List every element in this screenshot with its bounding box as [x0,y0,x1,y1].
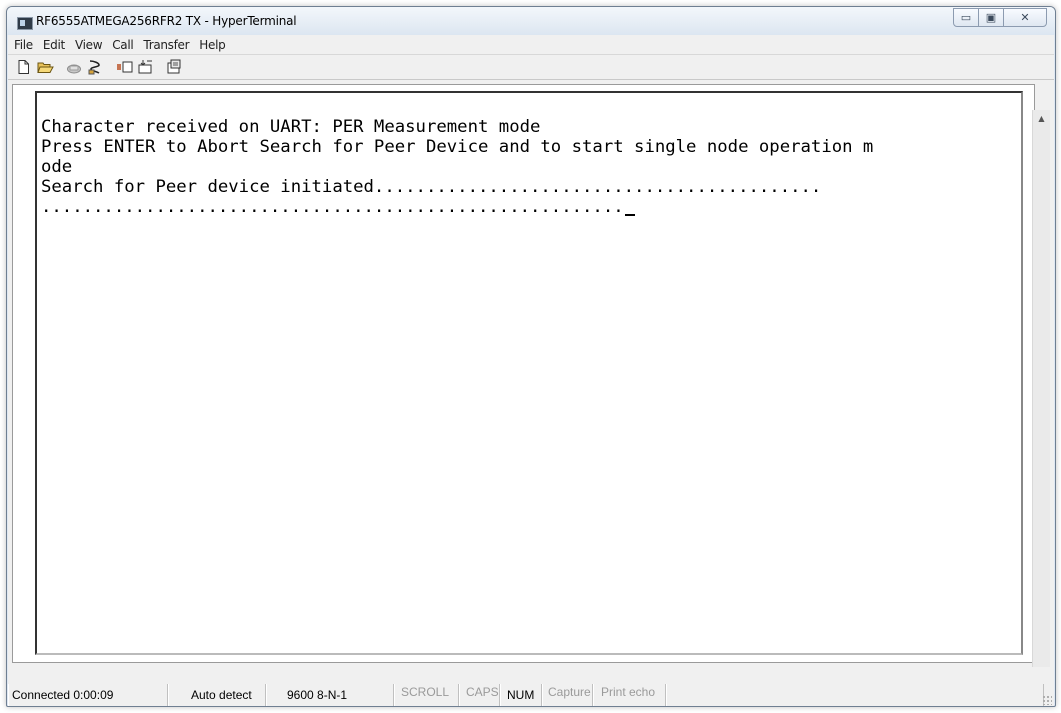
status-connected: Connected 0:00:09 [8,684,168,706]
hyperterminal-app-icon[interactable] [17,17,33,30]
status-detect: Auto detect [168,684,266,706]
minimize-icon: ▭ [960,11,972,24]
open-button[interactable] [35,58,55,76]
open-icon [37,62,54,73]
close-icon: ✕ [1020,11,1030,24]
new-connection-icon [18,60,29,74]
window-controls: ▭ ▣ ✕ [953,8,1047,28]
menu-view[interactable]: View [70,38,107,52]
status-print-echo: Print echo [593,684,666,706]
close-button[interactable]: ✕ [1003,8,1047,27]
send-icon [117,61,133,73]
new-connection-button[interactable] [14,58,34,76]
hyperterminal-window: RF6555ATMEGA256RFR2 TX - HyperTerminal ▭… [6,6,1056,707]
terminal-output: Character received on UART: PER Measurem… [41,117,1021,217]
terminal-line: ........................................… [41,197,624,217]
menu-bar: File Edit View Call Transfer Help [8,35,1054,55]
status-settings: 9600 8-N-1 [266,684,394,706]
terminal-pane[interactable]: Character received on UART: PER Measurem… [12,84,1035,663]
status-num: NUM [500,684,542,706]
disconnect-phone-icon [67,64,81,74]
menu-call[interactable]: Call [107,38,138,52]
dial-icon [88,60,100,75]
maximize-button[interactable]: ▣ [978,8,1004,27]
receive-icon [138,60,152,74]
menu-edit[interactable]: Edit [38,38,70,52]
maximize-icon: ▣ [985,11,997,24]
disconnect-button[interactable] [64,58,84,76]
terminal-line: Search for Peer device initiated........… [41,177,822,197]
status-empty-pane [666,684,1044,706]
title-bar[interactable]: RF6555ATMEGA256RFR2 TX - HyperTerminal ▭… [7,7,1055,35]
send-button[interactable] [114,58,134,76]
terminal-line: Character received on UART: PER Measurem… [41,117,541,137]
terminal-line: ode [41,157,73,177]
toolbar [8,55,1054,80]
vertical-scrollbar[interactable]: ▲ ▼ [1032,110,1050,706]
terminal-screen[interactable]: Character received on UART: PER Measurem… [35,91,1023,655]
text-cursor [624,214,635,216]
window-title: RF6555ATMEGA256RFR2 TX - HyperTerminal [36,14,297,28]
minimize-button[interactable]: ▭ [953,8,979,27]
menu-file[interactable]: File [8,38,38,52]
terminal-line: Press ENTER to Abort Search for Peer Dev… [41,137,874,157]
scroll-up-arrow-icon[interactable]: ▲ [1033,110,1050,127]
terminal-client-area: Character received on UART: PER Measurem… [8,80,1054,706]
dial-button[interactable] [85,58,105,76]
status-bar: Connected 0:00:09 Auto detect 9600 8-N-1… [8,667,1054,706]
resize-grip-icon[interactable] [1042,695,1052,705]
status-scroll: SCROLL [394,684,459,706]
properties-button[interactable] [164,58,184,76]
menu-transfer[interactable]: Transfer [138,38,194,52]
status-capture: Capture [542,684,593,706]
receive-button[interactable] [135,58,155,76]
menu-help[interactable]: Help [194,38,230,52]
status-caps: CAPS [459,684,500,706]
properties-icon [167,59,181,74]
